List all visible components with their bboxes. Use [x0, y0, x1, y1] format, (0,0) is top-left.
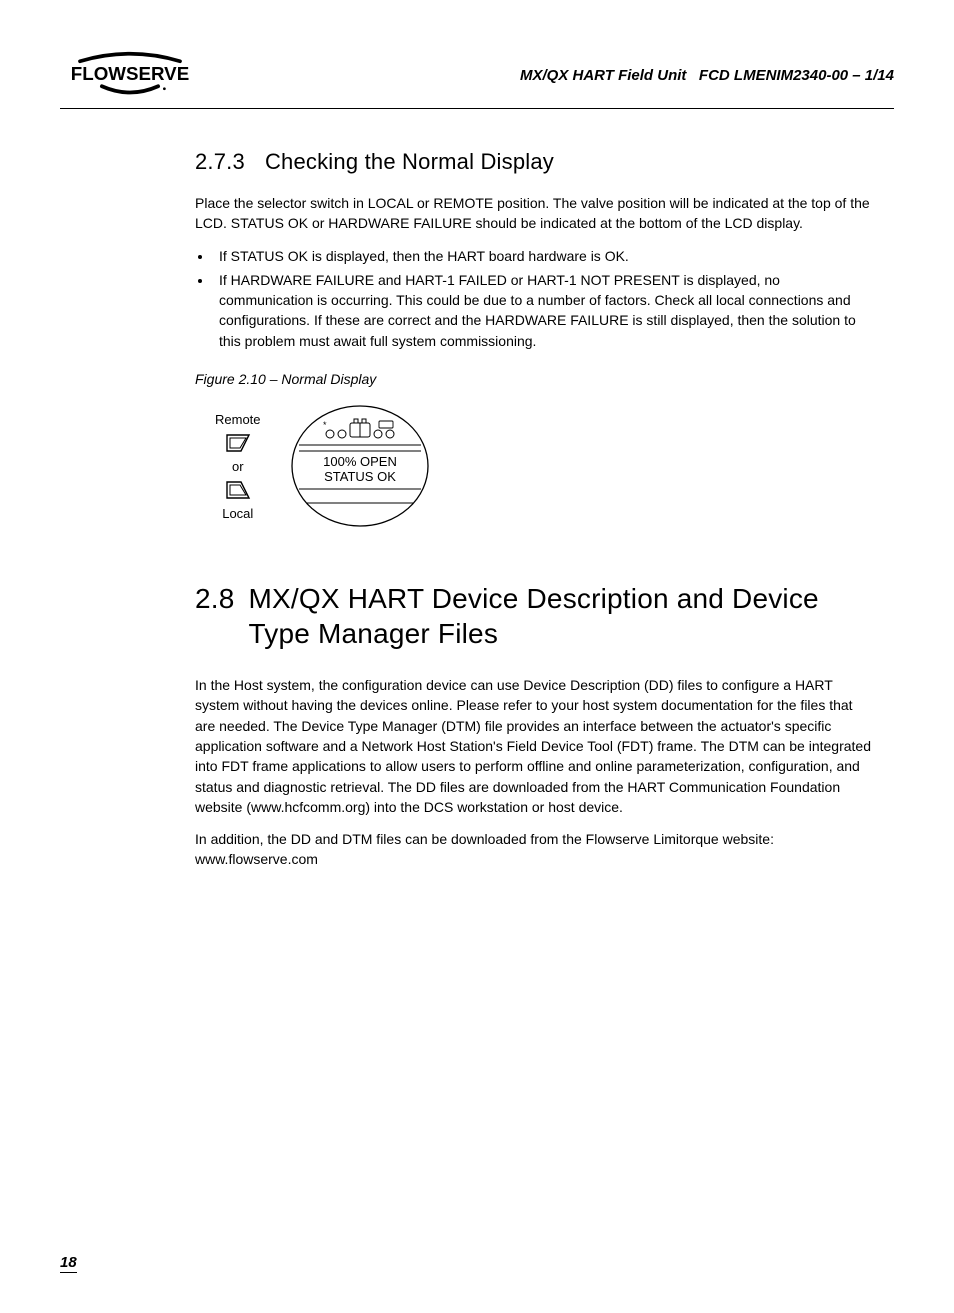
- section-28-para1: In the Host system, the configuration de…: [195, 675, 874, 817]
- remote-label: Remote: [215, 412, 261, 427]
- figure-caption: Figure 2.10 – Normal Display: [195, 371, 874, 387]
- subsection-273-bullets: If STATUS OK is displayed, then the HART…: [195, 246, 874, 351]
- local-switch-icon: [223, 478, 253, 502]
- selector-switch-column: Remote or Local: [215, 412, 261, 521]
- svg-text:*: *: [323, 420, 327, 430]
- or-label: or: [232, 459, 244, 474]
- remote-switch-icon: [223, 431, 253, 455]
- bullet-item: If STATUS OK is displayed, then the HART…: [213, 246, 874, 266]
- header-doc-title: MX/QX HART Field Unit: [520, 67, 686, 84]
- subsection-273-title: Checking the Normal Display: [265, 149, 554, 174]
- bullet-item: If HARDWARE FAILURE and HART-1 FAILED or…: [213, 270, 874, 351]
- subsection-273-number: 2.7.3: [195, 149, 245, 175]
- page-number: 18: [60, 1254, 77, 1273]
- local-label: Local: [222, 506, 253, 521]
- header-doc-code: FCD LMENIM2340-00 – 1/14: [699, 67, 894, 84]
- section-28-para2: In addition, the DD and DTM files can be…: [195, 829, 874, 870]
- page-header: FLOWSERVE MX/QX HART Field Unit FCD LMEN…: [60, 50, 894, 109]
- subsection-273-heading: 2.7.3 Checking the Normal Display: [195, 149, 874, 175]
- figure-normal-display: Remote or Local: [215, 401, 874, 531]
- lcd-line1: 100% OPEN: [323, 454, 397, 469]
- section-28-heading: 2.8 MX/QX HART Device Description and De…: [195, 581, 874, 651]
- flowserve-logo: FLOWSERVE: [60, 50, 200, 100]
- svg-text:FLOWSERVE: FLOWSERVE: [71, 63, 189, 84]
- section-28-title: MX/QX HART Device Description and Device…: [249, 581, 874, 651]
- subsection-273-para: Place the selector switch in LOCAL or RE…: [195, 193, 874, 234]
- section-28-number: 2.8: [195, 581, 235, 616]
- header-doc-info: MX/QX HART Field Unit FCD LMENIM2340-00 …: [520, 67, 894, 84]
- lcd-line2: STATUS OK: [324, 469, 396, 484]
- lcd-display-icon: * 100% OPEN STATUS OK: [285, 401, 435, 531]
